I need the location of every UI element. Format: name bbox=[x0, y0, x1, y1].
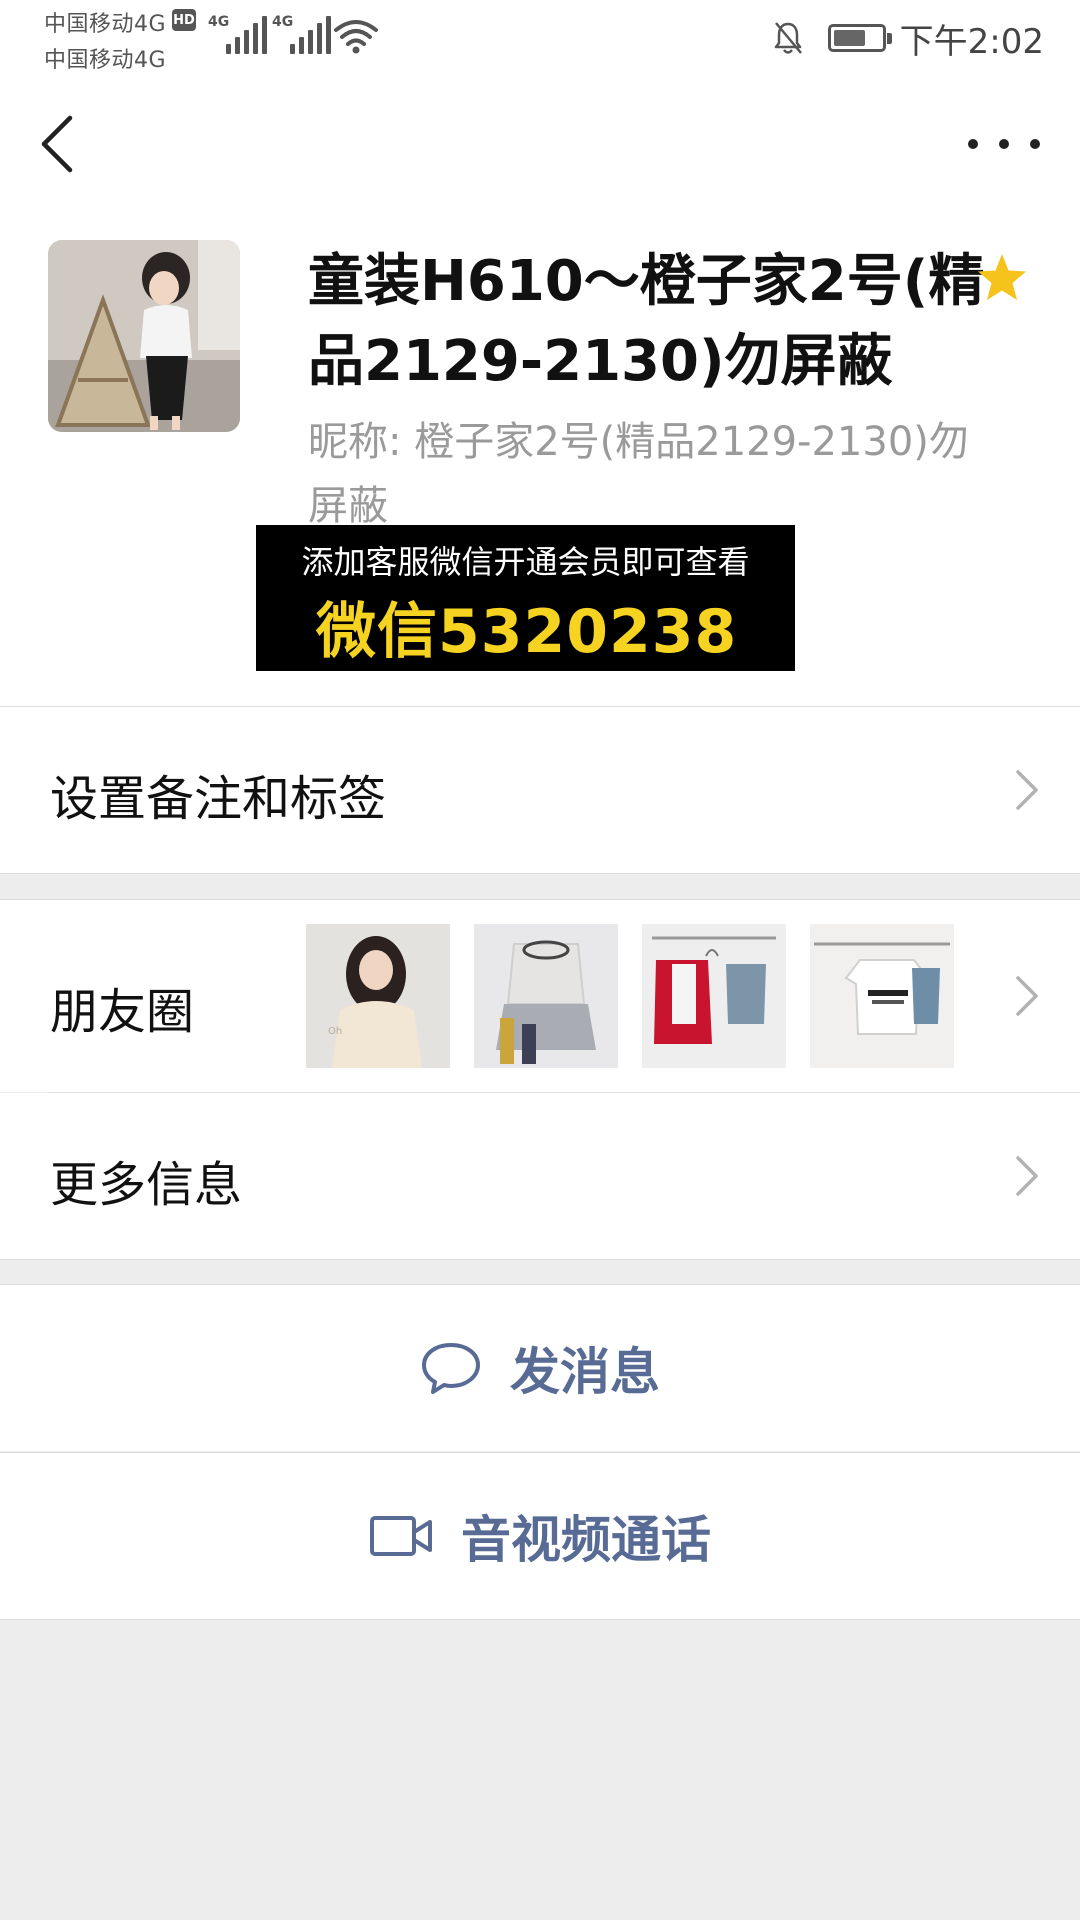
avatar-image bbox=[48, 240, 240, 432]
avatar[interactable] bbox=[48, 240, 240, 432]
contact-display-name: 童装H610～橙子家2号(精品2129-2130)勿屏蔽 bbox=[308, 249, 985, 394]
profile-header: 童装H610～橙子家2号(精品2129-2130)勿屏蔽 昵称: 橙子家2号(精… bbox=[0, 212, 1080, 706]
signal-strength-icon: 4G bbox=[208, 14, 272, 54]
video-camera-icon bbox=[370, 1516, 432, 1556]
battery-icon bbox=[827, 24, 892, 52]
send-message-label: 发消息 bbox=[510, 1343, 660, 1401]
remark-and-tags-label: 设置备注和标签 bbox=[50, 771, 387, 827]
divider bbox=[0, 1619, 1080, 1620]
remark-and-tags-cell[interactable]: 设置备注和标签 bbox=[0, 707, 1080, 873]
video-call-button[interactable]: 音视频通话 bbox=[0, 1453, 1080, 1619]
moments-label: 朋友圈 bbox=[50, 984, 195, 1040]
notifications-muted-icon bbox=[774, 22, 802, 54]
promo-banner: 添加客服微信开通会员即可查看 微信5320238 bbox=[256, 525, 795, 671]
chevron-right-icon bbox=[1016, 1156, 1038, 1196]
more-dot-icon bbox=[1030, 139, 1040, 149]
carrier-label-2: 中国移动4G bbox=[44, 48, 167, 73]
signal-tag-1: 4G bbox=[208, 14, 230, 30]
moments-cell[interactable]: 朋友圈 Oh bbox=[0, 900, 1080, 1092]
more-options-button[interactable] bbox=[968, 124, 1040, 164]
moments-thumbnails: Oh bbox=[306, 924, 978, 1068]
chat-bubble-icon bbox=[422, 1343, 480, 1394]
more-info-cell[interactable]: 更多信息 bbox=[0, 1093, 1080, 1259]
signal-tag-2: 4G bbox=[272, 14, 294, 30]
send-message-button[interactable]: 发消息 bbox=[0, 1285, 1080, 1451]
status-bar: 中国移动4G 中国移动4G HD 4G 4G 下午2:02 bbox=[0, 0, 1080, 76]
contact-nickname: 昵称: 橙子家2号(精品2129-2130)勿屏蔽 bbox=[308, 419, 969, 529]
chevron-right-icon bbox=[1016, 976, 1038, 1016]
wifi-icon bbox=[334, 20, 378, 54]
promo-wechat-id: 微信5320238 bbox=[316, 597, 738, 667]
hd-badge: HD bbox=[172, 9, 196, 31]
nav-bar bbox=[0, 76, 1080, 212]
star-icon[interactable] bbox=[976, 252, 1028, 304]
carrier-label-1: 中国移动4G bbox=[44, 12, 167, 37]
divider bbox=[0, 873, 1080, 874]
divider bbox=[0, 1259, 1080, 1260]
more-dot-icon bbox=[968, 139, 978, 149]
status-right-group: 下午2:02 bbox=[772, 10, 1044, 66]
moment-thumbnail bbox=[474, 924, 618, 1068]
moment-thumbnail: Oh bbox=[306, 924, 450, 1068]
signal-strength-icon-2: 4G bbox=[272, 14, 336, 54]
back-icon[interactable] bbox=[36, 112, 80, 176]
promo-text: 添加客服微信开通会员即可查看 bbox=[301, 543, 750, 581]
moment-thumbnail bbox=[810, 924, 954, 1068]
video-call-label: 音视频通话 bbox=[461, 1511, 711, 1569]
chevron-right-icon bbox=[1016, 770, 1038, 810]
status-time: 下午2:02 bbox=[899, 21, 1044, 62]
svg-text:Oh: Oh bbox=[328, 1026, 342, 1037]
more-dot-icon bbox=[999, 139, 1009, 149]
more-info-label: 更多信息 bbox=[50, 1157, 243, 1213]
moment-thumbnail bbox=[642, 924, 786, 1068]
